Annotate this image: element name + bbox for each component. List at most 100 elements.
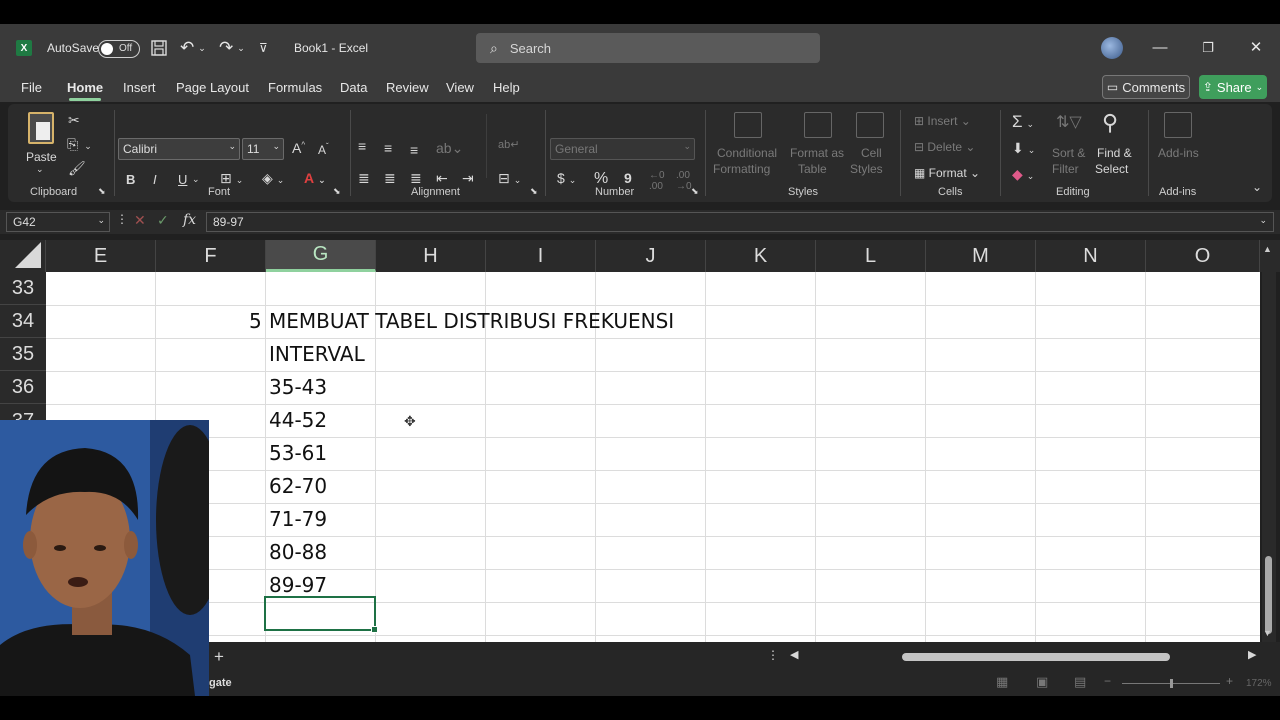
number-format-dropdown[interactable]: General ⌄ — [550, 138, 695, 160]
column-header-g[interactable]: G — [266, 240, 376, 272]
autosum-icon[interactable]: Σ ⌄ — [1012, 112, 1034, 132]
cell-g35[interactable]: INTERVAL — [269, 342, 365, 366]
comma-style-icon[interactable]: 9 — [624, 170, 632, 186]
customize-qat-icon[interactable]: ⊽ — [259, 24, 268, 72]
scroll-down-icon[interactable]: ▼ — [1263, 628, 1272, 638]
share-button[interactable]: ⇪ Share ⌄ — [1199, 75, 1267, 99]
worksheet-grid[interactable]: 5 MEMBUAT TABEL DISTRIBUSI FREKUENSI INT… — [46, 272, 1260, 642]
cut-icon[interactable]: ✂ — [68, 112, 80, 129]
cell-f34[interactable]: 5 — [249, 309, 262, 333]
horizontal-scroll-thumb[interactable] — [902, 653, 1170, 661]
name-box[interactable]: G42 ⌄ — [6, 212, 110, 232]
cell-g36[interactable]: 35-43 — [269, 375, 327, 399]
zoom-in-icon[interactable]: + — [1226, 674, 1233, 688]
zoom-out-icon[interactable]: − — [1104, 674, 1111, 688]
tab-review[interactable]: Review — [386, 80, 429, 95]
tab-insert[interactable]: Insert — [123, 80, 156, 95]
align-left-icon[interactable]: ≣ — [358, 170, 370, 187]
format-painter-icon[interactable]: 🖌 — [68, 160, 86, 177]
page-break-view-icon[interactable]: ▤ — [1074, 674, 1086, 690]
borders-icon[interactable]: ⊞ ⌄ — [220, 170, 243, 187]
normal-view-icon[interactable]: ▦ — [996, 674, 1008, 690]
increase-decimal-icon[interactable]: ←0.00 — [649, 170, 665, 192]
row-header-34[interactable]: 34 — [0, 305, 46, 338]
italic-button[interactable]: I — [153, 172, 157, 187]
fill-icon[interactable]: ⬇ ⌄ — [1012, 140, 1035, 157]
cell-g42[interactable]: 89-97 — [269, 573, 327, 597]
collapse-ribbon-icon[interactable]: ⌄ — [1252, 180, 1262, 194]
column-header-h[interactable]: H — [376, 240, 486, 272]
fill-color-icon[interactable]: ◈ ⌄ — [262, 170, 284, 187]
scroll-up-icon[interactable]: ▲ — [1263, 244, 1272, 254]
row-header-33[interactable]: 33 — [0, 272, 46, 305]
zoom-slider[interactable] — [1122, 679, 1220, 688]
redo-icon[interactable]: ↷ ⌄ — [219, 24, 245, 72]
align-center-icon[interactable]: ≣ — [384, 170, 396, 187]
column-header-n[interactable]: N — [1036, 240, 1146, 272]
increase-font-icon[interactable]: A^ — [292, 140, 305, 156]
column-header-f[interactable]: F — [156, 240, 266, 272]
tab-help[interactable]: Help — [493, 80, 520, 95]
align-top-icon[interactable]: ≡ — [358, 138, 366, 154]
cell-g39[interactable]: 62-70 — [269, 474, 327, 498]
dialog-launcher-icon[interactable]: ⬊ — [530, 186, 538, 197]
chevron-down-icon[interactable]: ⌄ — [192, 174, 200, 185]
copy-icon[interactable]: ⎘ ⌄ — [67, 136, 92, 153]
align-right-icon[interactable]: ≣ — [410, 170, 422, 187]
cell-g41[interactable]: 80-88 — [269, 540, 327, 564]
wrap-text-icon[interactable]: ab↵ — [498, 138, 519, 151]
tab-view[interactable]: View — [446, 80, 474, 95]
column-header-m[interactable]: M — [926, 240, 1036, 272]
tab-page-layout[interactable]: Page Layout — [176, 80, 249, 95]
bold-button[interactable]: B — [126, 172, 135, 187]
dialog-launcher-icon[interactable]: ⬊ — [333, 186, 341, 197]
minimize-icon[interactable]: — — [1145, 36, 1175, 60]
font-size-dropdown[interactable]: 11 ⌄ — [242, 138, 284, 160]
align-middle-icon[interactable]: ≡ — [384, 140, 392, 156]
row-header-36[interactable]: 36 — [0, 371, 46, 404]
insert-cells-button[interactable]: ⊞ Insert ⌄ — [914, 114, 971, 128]
column-header-j[interactable]: J — [596, 240, 706, 272]
cancel-icon[interactable]: ✕ — [134, 212, 146, 229]
increase-indent-icon[interactable]: ⇥ — [462, 170, 474, 187]
font-name-dropdown[interactable]: Calibri ⌄ — [118, 138, 240, 160]
select-all-button[interactable] — [0, 240, 46, 272]
tab-data[interactable]: Data — [340, 80, 367, 95]
close-icon[interactable]: ✕ — [1241, 36, 1271, 60]
vertical-scrollbar[interactable]: ▲ ▼ — [1262, 240, 1276, 642]
search-box[interactable]: ⌕ Search — [476, 33, 820, 63]
decrease-decimal-icon[interactable]: .00 →0 — [676, 170, 692, 192]
cell-g40[interactable]: 71-79 — [269, 507, 327, 531]
column-header-o[interactable]: O — [1146, 240, 1260, 272]
cell-g38[interactable]: 53-61 — [269, 441, 327, 465]
column-header-k[interactable]: K — [706, 240, 816, 272]
row-header-35[interactable]: 35 — [0, 338, 46, 371]
merge-center-icon[interactable]: ⊟ ⌄ — [498, 170, 521, 187]
undo-icon[interactable]: ↶ ⌄ — [180, 24, 206, 72]
align-bottom-icon[interactable]: ≡ — [410, 142, 418, 158]
currency-icon[interactable]: $ ⌄ — [557, 170, 576, 186]
column-header-l[interactable]: L — [816, 240, 926, 272]
column-header-e[interactable]: E — [46, 240, 156, 272]
cell-g34[interactable]: MEMBUAT TABEL DISTRIBUSI FREKUENSI — [269, 309, 674, 333]
orientation-icon[interactable]: ab⌄ — [436, 140, 463, 157]
insert-function-icon[interactable]: fx — [183, 212, 196, 228]
restore-icon[interactable]: ❐ — [1193, 36, 1223, 60]
tab-file[interactable]: File — [21, 80, 42, 95]
decrease-indent-icon[interactable]: ⇤ — [436, 170, 448, 187]
add-sheet-icon[interactable]: + — [214, 647, 224, 667]
vertical-scroll-thumb[interactable] — [1265, 556, 1272, 634]
comments-button[interactable]: ▭ Comments — [1102, 75, 1190, 99]
cell-g37[interactable]: 44-52 — [269, 408, 327, 432]
horizontal-scrollbar[interactable]: ◀ ▶ — [790, 648, 1260, 663]
column-header-i[interactable]: I — [486, 240, 596, 272]
formula-input[interactable]: 89-97 ⌄ — [206, 212, 1274, 232]
clear-icon[interactable]: ◆ ⌄ — [1012, 166, 1034, 183]
autosave-toggle[interactable]: Off — [98, 40, 140, 58]
page-layout-view-icon[interactable]: ▣ — [1036, 674, 1048, 690]
format-cells-button[interactable]: ▦ Format ⌄ — [914, 166, 980, 180]
scroll-left-icon[interactable]: ◀ — [790, 648, 798, 661]
delete-cells-button[interactable]: ⊟ Delete ⌄ — [914, 140, 975, 154]
zoom-slider-handle[interactable] — [1170, 679, 1173, 688]
avatar[interactable] — [1101, 37, 1123, 59]
